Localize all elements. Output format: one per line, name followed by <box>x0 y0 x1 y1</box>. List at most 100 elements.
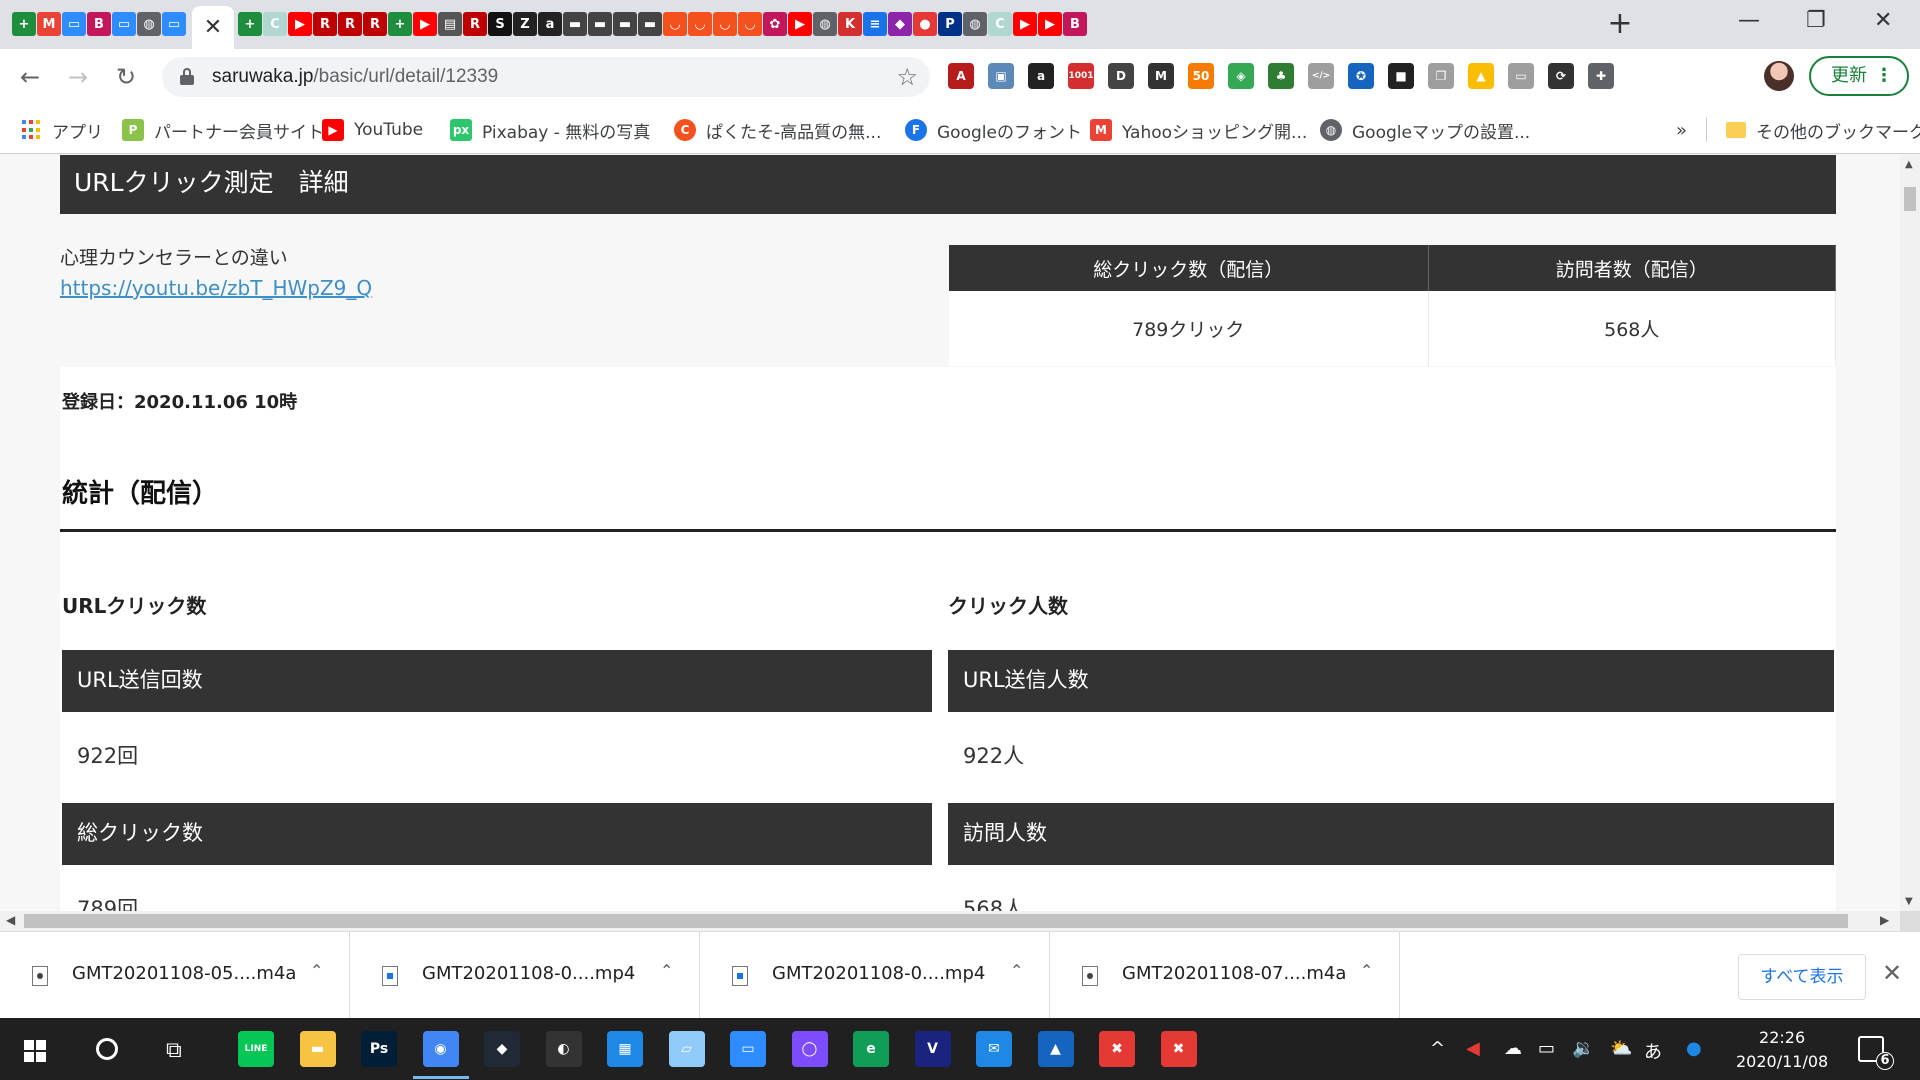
ime-indicator[interactable]: あ <box>1644 1038 1662 1064</box>
tray-chevron-icon[interactable]: ^ <box>1430 1038 1445 1059</box>
chevron-up-icon[interactable]: ⌃ <box>1360 961 1373 980</box>
counter-extension-icon[interactable]: 1001 <box>1068 63 1094 89</box>
paypal-tab-icon[interactable]: P <box>938 12 962 36</box>
zoom-tab-icon[interactable]: ▭ <box>162 12 186 36</box>
lock-icon[interactable] <box>180 68 194 85</box>
bookmark-item[interactable]: ▶ YouTube <box>322 118 423 142</box>
world-tab-icon[interactable]: ◍ <box>137 12 161 36</box>
scroll-up-arrow[interactable]: ▲ <box>1905 159 1913 170</box>
youtube-tab-icon[interactable]: ▶ <box>788 12 812 36</box>
plus-green-tab-icon[interactable]: + <box>12 12 36 36</box>
bar-tab-icon[interactable]: ▬ <box>638 12 662 36</box>
d-badge-extension-icon[interactable]: D <box>1108 63 1134 89</box>
copy-extension-icon[interactable]: ❐ <box>1428 63 1454 89</box>
s-black-tab-icon[interactable]: S <box>488 12 512 36</box>
download-item[interactable]: GMT20201108-05....m4a ⌃ <box>0 932 350 1019</box>
horizontal-scrollbar[interactable]: ◀ ▶ <box>0 911 1900 931</box>
close-window-button[interactable]: ✕ <box>1874 8 1892 33</box>
rakuten-tab-icon[interactable]: R <box>338 12 362 36</box>
onedrive-icon[interactable]: ☁ <box>1504 1038 1522 1059</box>
b-red-tab-icon[interactable]: B <box>1063 12 1087 36</box>
bookmark-apps[interactable]: アプリ <box>22 118 103 143</box>
edge-icon[interactable]: e <box>853 1031 889 1067</box>
list-tab-icon[interactable]: ≡ <box>863 12 887 36</box>
circle-app-icon[interactable]: ◯ <box>791 1031 828 1067</box>
link-url[interactable]: https://youtu.be/zbT_HWpZ9_Q <box>60 276 372 300</box>
pin-tab-icon[interactable]: ● <box>913 12 937 36</box>
speaker-muted-icon[interactable]: ◀ <box>1466 1038 1480 1059</box>
zoom-tab-icon[interactable]: ▭ <box>62 12 86 36</box>
code-extension-icon[interactable]: </> <box>1308 63 1334 89</box>
chevron-up-icon[interactable]: ⌃ <box>1010 961 1023 980</box>
volume-icon[interactable]: 🔉 <box>1572 1038 1594 1059</box>
reload-button[interactable]: ↻ <box>116 63 136 91</box>
horizontal-scroll-thumb[interactable] <box>24 914 1848 928</box>
chevron-up-icon[interactable]: ⌃ <box>660 961 673 980</box>
mail-icon[interactable]: ✉ <box>976 1031 1012 1067</box>
back-button[interactable]: ← <box>20 63 40 91</box>
tab-close-icon[interactable]: ✕ <box>204 15 222 40</box>
plus-green-tab-icon[interactable]: + <box>388 12 412 36</box>
show-all-downloads-button[interactable]: すべて表示 <box>1738 954 1866 1000</box>
vertical-scrollbar[interactable]: ▲ ▼ <box>1900 155 1920 911</box>
world-tab-icon[interactable]: ◍ <box>963 12 987 36</box>
close-download-shelf-icon[interactable]: ✕ <box>1882 959 1902 987</box>
bookmark-item[interactable]: P パートナー会員サイト <box>122 118 324 143</box>
bar-tab-icon[interactable]: ▬ <box>563 12 587 36</box>
pdf-extension-icon[interactable]: A <box>948 63 974 89</box>
notes-icon[interactable]: ▱ <box>668 1031 705 1067</box>
task-view-icon[interactable]: ⧉ <box>166 1038 182 1063</box>
orange-tab-icon[interactable]: ◡ <box>713 12 737 36</box>
drive-extension-icon[interactable]: ▲ <box>1468 63 1494 89</box>
youtube-tab-icon[interactable]: ▶ <box>288 12 312 36</box>
start-button[interactable] <box>24 1040 46 1062</box>
bookmark-item[interactable]: M Yahooショッピング開... <box>1090 118 1307 143</box>
help-extension-icon[interactable]: ✪ <box>1348 63 1374 89</box>
bookmark-item[interactable]: F Googleのフォント <box>905 118 1082 143</box>
scroll-down-arrow[interactable]: ▼ <box>1905 896 1913 907</box>
m-black-extension-icon[interactable]: M <box>1148 63 1174 89</box>
rakuten-tab-icon[interactable]: R <box>463 12 487 36</box>
amazon-extension-icon[interactable]: a <box>1028 63 1054 89</box>
screens-extension-icon[interactable]: ▭ <box>1508 63 1534 89</box>
gem-tab-icon[interactable]: ◆ <box>888 12 912 36</box>
clock[interactable]: 22:26 2020/11/08 <box>1736 1026 1828 1074</box>
rakuten-tab-icon[interactable]: R <box>363 12 387 36</box>
download-item[interactable]: GMT20201108-0....mp4 ⌃ <box>350 932 700 1019</box>
vertical-scroll-thumb[interactable] <box>1904 187 1916 211</box>
network-icon[interactable]: ● <box>1686 1038 1702 1059</box>
chevron-up-icon[interactable]: ⌃ <box>310 961 323 980</box>
menu-dots-icon[interactable]: ⋮ <box>1875 58 1893 94</box>
filmora-icon[interactable]: ◆ <box>484 1031 520 1067</box>
forward-button[interactable]: → <box>68 63 88 91</box>
download-item[interactable]: GMT20201108-0....mp4 ⌃ <box>700 932 1050 1019</box>
bar-tab-icon[interactable]: ▬ <box>613 12 637 36</box>
photoshop-icon[interactable]: Ps <box>361 1031 397 1067</box>
orange-tab-icon[interactable]: ◡ <box>663 12 687 36</box>
other-bookmarks[interactable]: その他のブックマーク <box>1726 118 1920 143</box>
youtube-tab-icon[interactable]: ▶ <box>1013 12 1037 36</box>
cloud-upload-icon[interactable]: ⛅ <box>1610 1038 1632 1059</box>
clover-extension-icon[interactable]: ♣ <box>1268 63 1294 89</box>
bookmark-item[interactable]: C ぱくたそ-高品質の無... <box>674 118 881 143</box>
davinci-icon[interactable]: ◐ <box>545 1031 582 1067</box>
doc-tab-icon[interactable]: ▤ <box>438 12 462 36</box>
xmind2-icon[interactable]: ✖ <box>1160 1031 1197 1067</box>
download-item[interactable]: GMT20201108-07....m4a ⌃ <box>1050 932 1400 1019</box>
red-k-tab-icon[interactable]: K <box>838 12 862 36</box>
photos-icon[interactable]: ▲ <box>1037 1031 1074 1067</box>
world-tab-icon[interactable]: ◍ <box>813 12 837 36</box>
zoom-tab-icon[interactable]: ▭ <box>112 12 136 36</box>
rakuten-tab-icon[interactable]: R <box>313 12 337 36</box>
flower-tab-icon[interactable]: ✿ <box>763 12 787 36</box>
sync-extension-icon[interactable]: ⟳ <box>1548 63 1574 89</box>
z-black-tab-icon[interactable]: Z <box>513 12 537 36</box>
new-tab-button[interactable]: + <box>1605 9 1635 40</box>
line-icon[interactable]: LINE <box>238 1031 274 1067</box>
v-app-icon[interactable]: V <box>914 1031 951 1067</box>
puzzle-extension-icon[interactable]: ✚ <box>1588 63 1614 89</box>
youtube-tab-icon[interactable]: ▶ <box>413 12 437 36</box>
fifty-extension-icon[interactable]: 50 <box>1188 63 1214 89</box>
address-bar[interactable]: saruwaka.jp/basic/url/detail/12339 ☆ <box>162 57 930 97</box>
plus-green-tab-icon[interactable]: + <box>238 12 262 36</box>
